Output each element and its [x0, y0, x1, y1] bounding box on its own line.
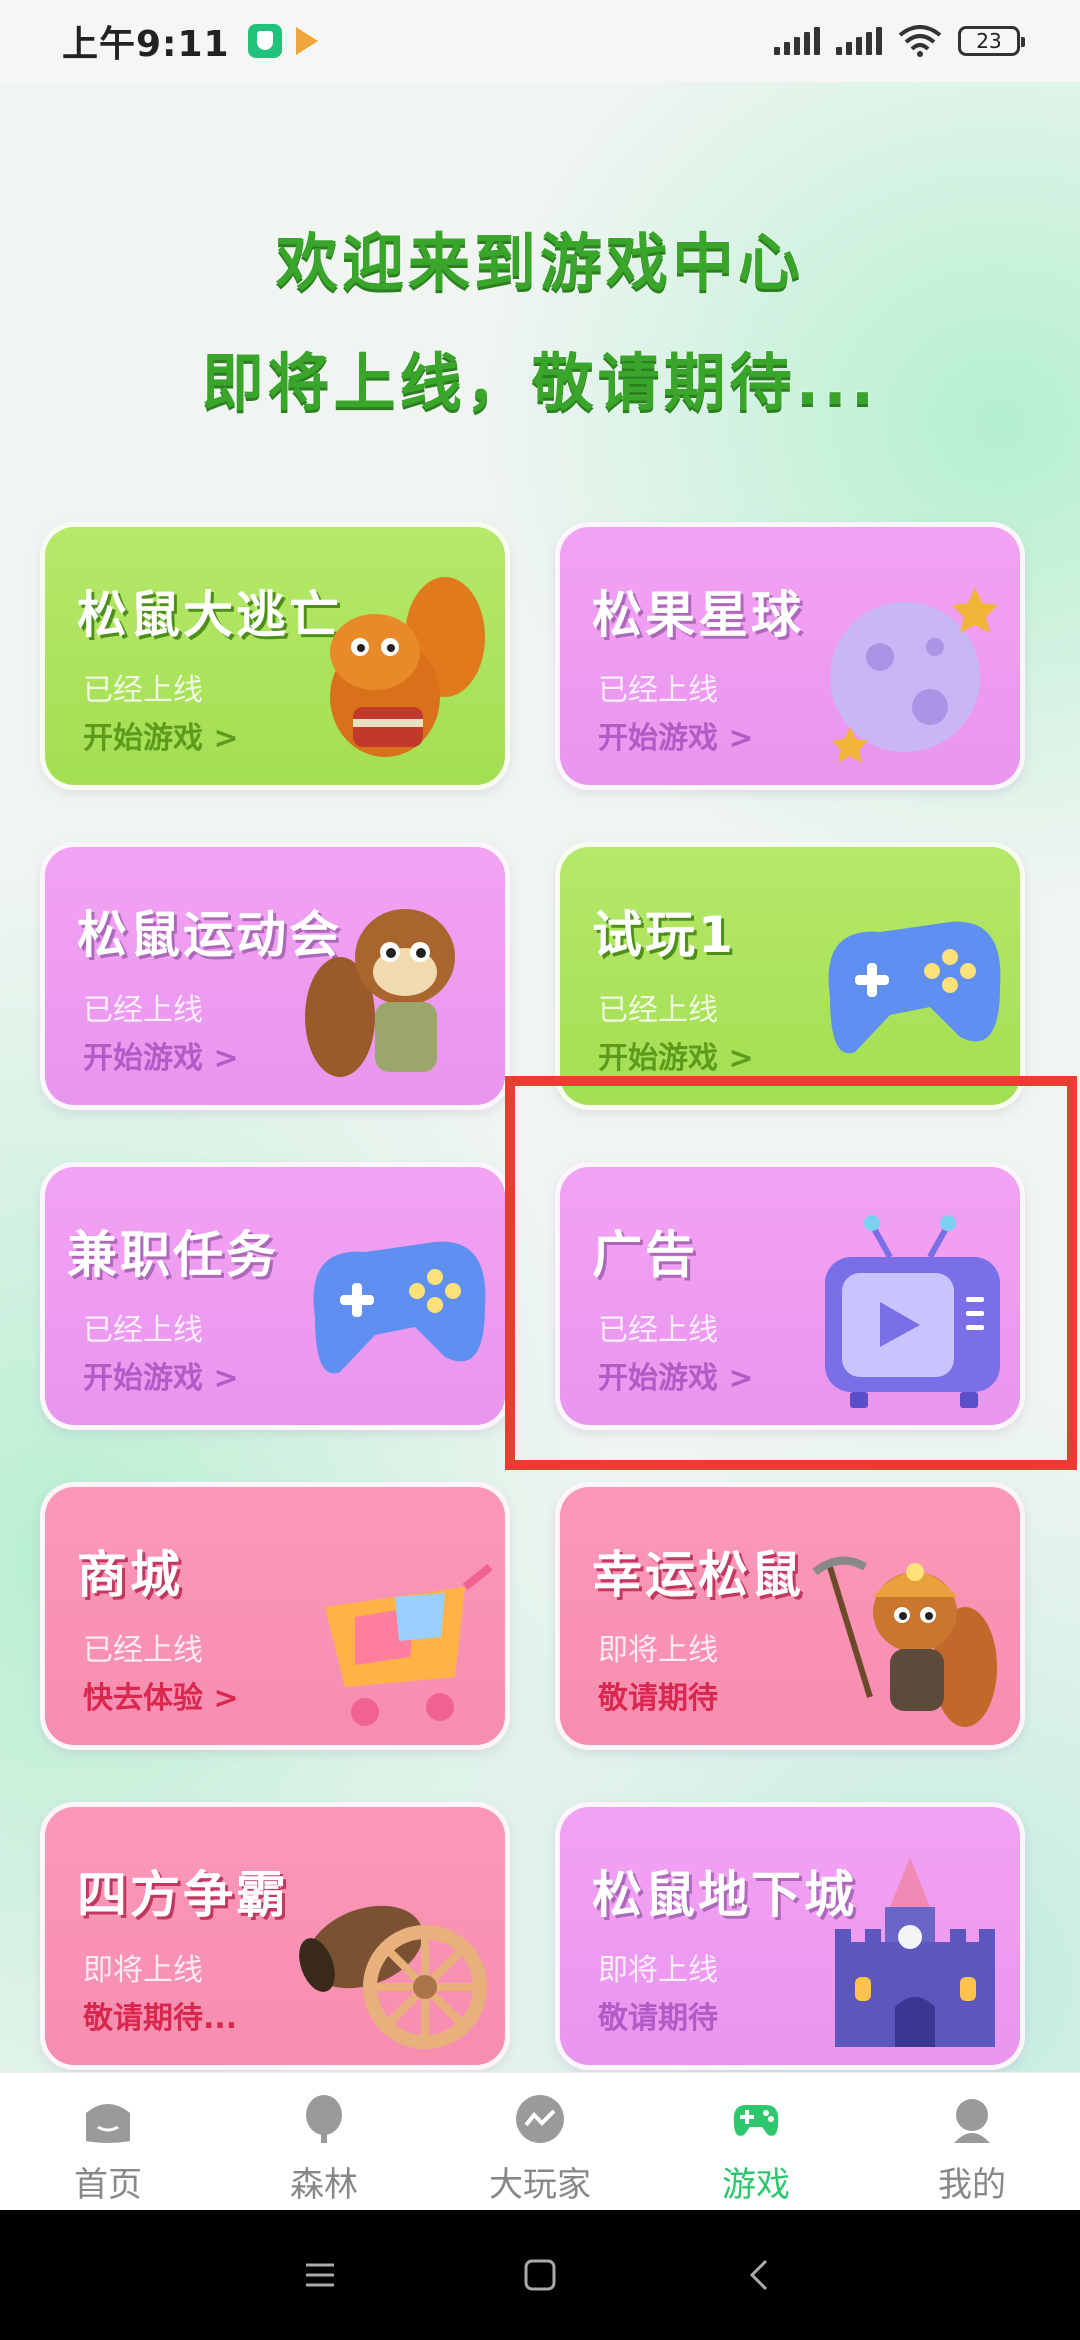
card-status: 已经上线 — [83, 673, 203, 708]
game-card-trial-1[interactable]: 试玩1 已经上线 开始游戏 > — [555, 842, 1025, 1110]
nav-games[interactable]: 游戏 — [648, 2073, 864, 2211]
bottom-nav: 首页 森林 大玩家 游戏 我的 — [0, 2072, 1080, 2211]
game-card-mall[interactable]: 商城 已经上线 快去体验 > — [40, 1482, 510, 1750]
card-title: 幸运松鼠 — [592, 1546, 804, 1604]
game-card-squirrel-dungeon[interactable]: 松鼠地下城 即将上线 敬请期待 — [555, 1802, 1025, 2070]
game-center-content: 欢迎来到游戏中心 即将上线，敬请期待... 松鼠大逃亡 已经上线 开始游戏 > … — [0, 82, 1080, 2072]
battery-icon: 23 — [958, 26, 1025, 56]
squirrel-icon — [305, 909, 455, 1077]
card-status: 已经上线 — [83, 1633, 203, 1668]
system-nav-bar — [0, 2210, 1080, 2340]
shield-app-icon — [247, 24, 282, 58]
nav-mine[interactable]: 我的 — [864, 2073, 1080, 2211]
card-action[interactable]: 快去体验 > — [83, 1673, 239, 1717]
battery-level: 23 — [976, 29, 1002, 53]
nav-home[interactable]: 首页 — [0, 2073, 216, 2211]
card-action[interactable]: 开始游戏 > — [598, 713, 754, 757]
wifi-icon — [898, 25, 942, 57]
game-card-lucky-squirrel[interactable]: 幸运松鼠 即将上线 敬请期待 — [555, 1482, 1025, 1750]
gamepad-icon — [733, 2105, 779, 2136]
card-action[interactable]: 开始游戏 > — [83, 1353, 239, 1397]
play-app-icon — [295, 27, 318, 55]
game-card-squirrel-sports[interactable]: 松鼠运动会 已经上线 开始游戏 > — [40, 842, 510, 1110]
card-action[interactable]: 敬请期待... — [83, 1993, 237, 2037]
planet-icon — [830, 587, 998, 763]
card-title: 松果星球 — [592, 586, 804, 644]
tree-icon — [306, 2095, 342, 2143]
nav-label: 首页 — [74, 2165, 142, 2205]
card-action[interactable]: 敬请期待 — [598, 1673, 718, 1717]
card-action[interactable]: 开始游戏 > — [83, 1033, 239, 1077]
card-status: 已经上线 — [83, 993, 203, 1028]
highlight-box — [505, 1076, 1077, 1470]
hero-title: 欢迎来到游戏中心 — [275, 226, 804, 299]
castle-icon — [835, 1857, 995, 2047]
status-bar: 上午9:11 23 — [0, 0, 1080, 82]
card-action[interactable]: 开始游戏 > — [83, 713, 239, 757]
shopping-cart-icon — [325, 1563, 493, 1726]
profile-icon — [954, 2099, 990, 2143]
card-status: 即将上线 — [83, 1953, 203, 1988]
game-card-four-way-battle[interactable]: 四方争霸 即将上线 敬请期待... — [40, 1802, 510, 2070]
nav-big-player[interactable]: 大玩家 — [432, 2073, 648, 2211]
squirrel-running-icon — [330, 577, 485, 757]
card-action[interactable]: 敬请期待 — [598, 1993, 718, 2037]
card-title: 四方争霸 — [77, 1866, 289, 1924]
card-status: 即将上线 — [598, 1633, 718, 1668]
card-status: 即将上线 — [598, 1953, 718, 1988]
back-icon[interactable] — [740, 2255, 780, 2295]
hero-subtitle: 即将上线，敬请期待... — [201, 346, 879, 419]
card-status: 已经上线 — [83, 1313, 203, 1348]
nav-label: 森林 — [290, 2165, 358, 2205]
home-square-icon[interactable] — [520, 2255, 560, 2295]
nav-label: 游戏 — [722, 2165, 790, 2205]
miner-squirrel-icon — [812, 1556, 997, 1727]
card-title: 商城 — [77, 1546, 183, 1604]
trend-icon — [516, 2095, 564, 2143]
nav-label: 大玩家 — [489, 2165, 591, 2205]
status-time: 上午9:11 — [62, 24, 230, 65]
home-icon — [86, 2104, 130, 2143]
game-card-squirrel-escape[interactable]: 松鼠大逃亡 已经上线 开始游戏 > — [40, 522, 510, 790]
cannon-icon — [299, 1905, 487, 2049]
gamepad-icon — [313, 1241, 486, 1374]
card-title: 兼职任务 — [67, 1226, 279, 1284]
nav-label: 我的 — [938, 2165, 1006, 2205]
menu-icon[interactable] — [300, 2255, 340, 2295]
card-title: 试玩1 — [592, 906, 736, 964]
card-action[interactable]: 开始游戏 > — [598, 1033, 754, 1077]
game-card-part-time-tasks[interactable]: 兼职任务 已经上线 开始游戏 > — [40, 1162, 510, 1430]
gamepad-icon — [828, 921, 1001, 1054]
card-status: 已经上线 — [598, 993, 718, 1028]
nav-forest[interactable]: 森林 — [216, 2073, 432, 2211]
game-card-pinecone-planet[interactable]: 松果星球 已经上线 开始游戏 > — [555, 522, 1025, 790]
card-status: 已经上线 — [598, 673, 718, 708]
signal-icon — [836, 27, 882, 55]
signal-icon — [774, 27, 820, 55]
